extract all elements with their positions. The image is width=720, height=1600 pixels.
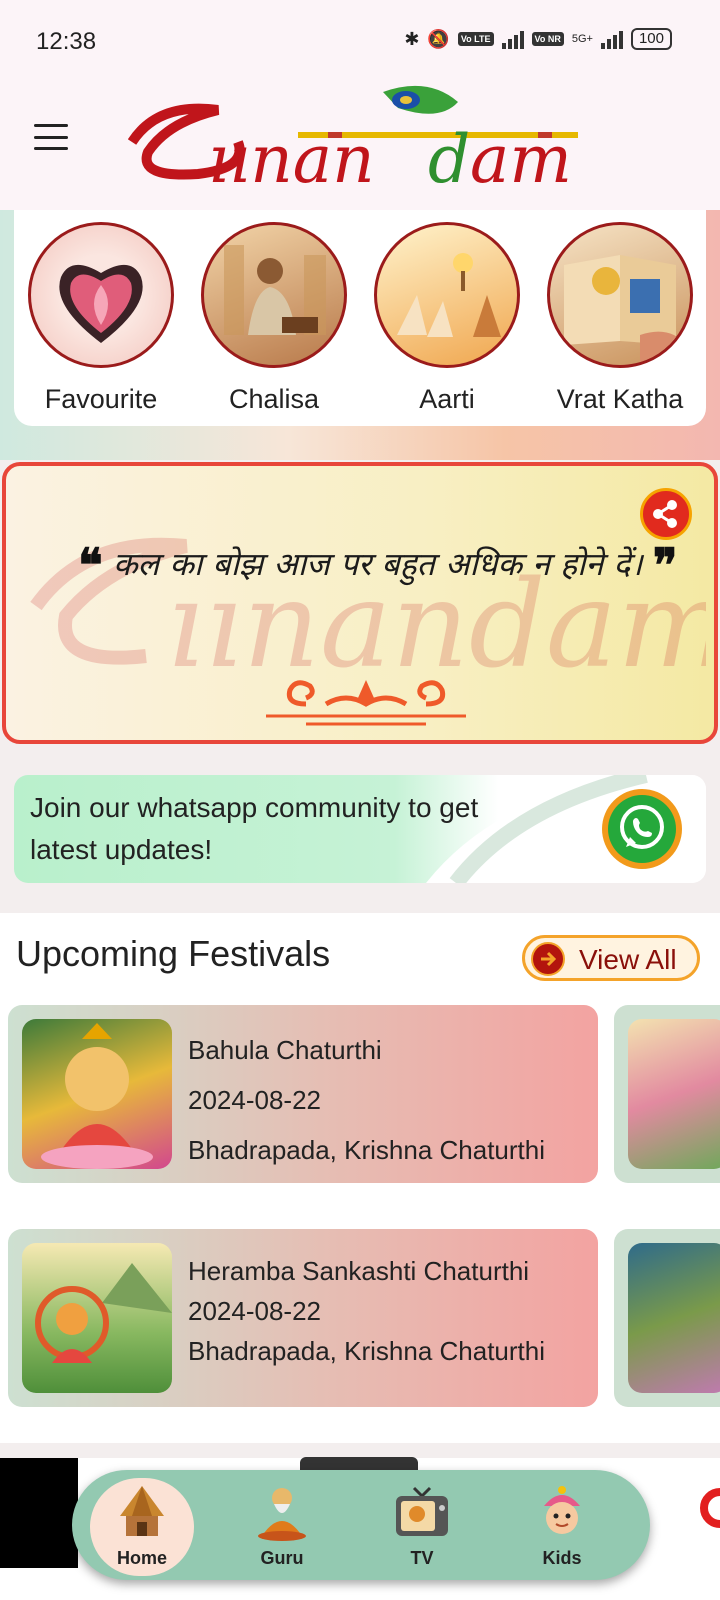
open-quote-icon: ❝ [78,538,103,592]
share-icon [653,500,677,528]
quote-text: कल का बोझ आज पर बहुत अधिक न होने दें। [112,545,643,583]
festival-info: Bahula Chaturthi 2024-08-22 Bhadrapada, … [188,1025,588,1175]
scripture-book-icon [547,222,693,368]
svg-text:ıınan: ıınan [208,121,375,198]
whatsapp-button[interactable] [602,789,682,869]
ornament-divider-icon [266,680,466,726]
nav-label: Home [116,1548,167,1568]
mute-icon: 🔕 [427,28,450,49]
svg-text:am: am [470,121,572,198]
lotus-heart-icon [28,222,174,368]
nav-label: TV [410,1548,434,1568]
network-type: 5G+ [571,33,593,45]
kids-icon [532,1482,592,1542]
festival-tithi: Bhadrapada, Krishna Chaturthi [188,1135,546,1165]
swing-festival-image [628,1019,720,1169]
close-quote-icon: ❞ [652,538,678,592]
vonr-tag: Vo NR [531,32,564,46]
category-label: Chalisa [228,384,320,414]
temple-hut-icon [112,1482,172,1542]
guru-icon [252,1482,312,1542]
festival-date: 2024-08-22 [188,1085,321,1115]
status-bar: 12:38 ✱ 🔕 Vo LTE Vo NR 5G+ 100 [0,0,720,82]
upcoming-festivals-section: Upcoming Festivals View All Bahula Chatu… [0,913,720,1443]
whatsapp-icon [608,795,676,863]
category-label: Vrat Katha [556,384,684,414]
festival-card[interactable]: Bahula Chaturthi 2024-08-22 Bhadrapada, … [8,1005,598,1183]
view-all-button[interactable]: View All [522,935,700,981]
category-chalisa[interactable]: Chalisa [199,222,349,415]
whatsapp-community-banner[interactable]: Join our whatsapp community to get lates… [14,775,706,883]
quote-text-block: ❝ कल का बोझ आज पर बहुत अधिक न होने दें। … [78,538,678,591]
whatsapp-banner-text: Join our whatsapp community to get lates… [30,792,479,865]
category-label: Favourite [44,384,158,414]
ganesha-image [628,1243,720,1393]
nav-kids[interactable]: Kids [510,1478,614,1576]
festival-card-peek[interactable] [614,1005,720,1183]
festival-date: 2024-08-22 [188,1296,321,1326]
arrow-right-icon [531,942,565,976]
bottom-navigation: Home Guru TV Kids [72,1470,650,1580]
battery-icon: 100 [630,28,672,50]
volte-tag: Vo LTE [457,32,494,46]
aarti-lamp-icon [374,222,520,368]
logo-watermark: ıınandam [30,537,706,695]
nav-label: Kids [542,1548,582,1568]
hamburger-menu-icon[interactable] [34,124,68,150]
nav-tv[interactable]: TV [370,1478,474,1576]
signal-1-icon [501,29,524,49]
view-all-label: View All [579,944,677,975]
bluetooth-icon: ✱ [404,28,420,49]
svg-text:d: d [428,121,470,198]
tv-icon [392,1482,452,1542]
section-title: Upcoming Festivals [16,933,331,974]
ganesha-image [22,1019,172,1169]
status-time: 12:38 [36,28,97,55]
nav-guru[interactable]: Guru [230,1478,334,1576]
quote-card: ıınandam ❝ कल का बोझ आज पर बहुत अधिक न ह… [2,462,718,744]
app-logo: ıınan d am [127,82,588,202]
festival-tithi: Bhadrapada, Krishna Chaturthi [188,1336,546,1366]
category-aarti[interactable]: Aarti [372,222,522,415]
categories-card: Favourite Chalisa Aarti Vrat Katha [14,210,706,426]
category-favourite[interactable]: Favourite [26,222,176,415]
nav-home[interactable]: Home [90,1478,194,1576]
festival-name: Heramba Sankashti Chaturthi [188,1256,530,1286]
app-header: ıınan d am [0,82,720,210]
festival-name: Bahula Chaturthi [188,1035,382,1065]
festival-card[interactable]: Heramba Sankashti Chaturthi 2024-08-22 B… [8,1229,598,1407]
share-button[interactable] [640,488,692,540]
ganesha-image [22,1243,172,1393]
status-icons: ✱ 🔕 Vo LTE Vo NR 5G+ 100 [404,28,672,50]
sage-reading-icon [201,222,347,368]
nav-label: Guru [260,1548,304,1568]
festival-info: Heramba Sankashti Chaturthi 2024-08-22 B… [188,1251,588,1371]
festival-card-peek[interactable] [614,1229,720,1407]
ad-placeholder [0,1458,78,1568]
category-vrat-katha[interactable]: Vrat Katha [545,222,695,415]
signal-2-icon [600,29,623,49]
category-label: Aarti [419,384,475,414]
